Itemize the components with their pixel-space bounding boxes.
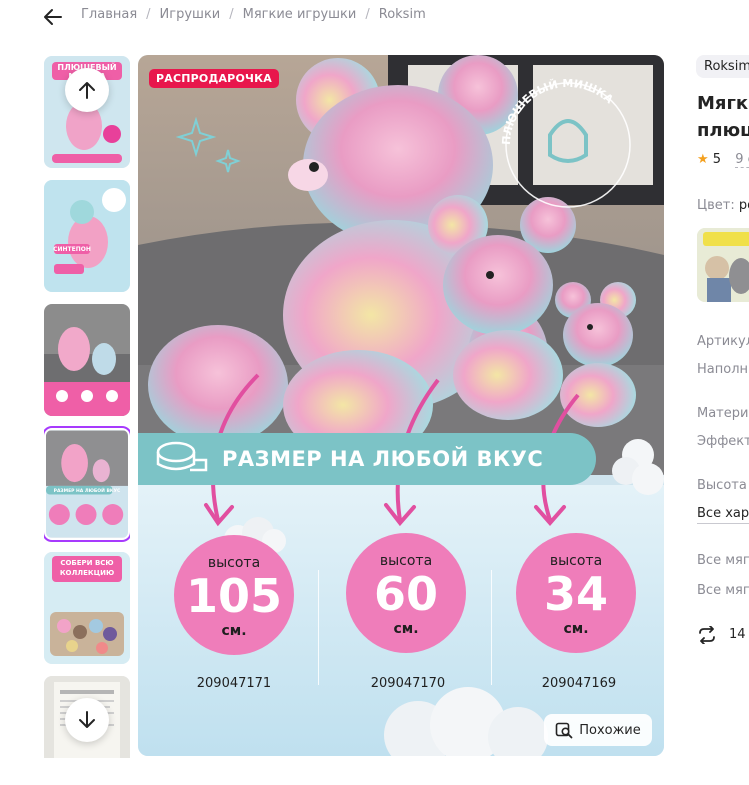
color-label: Цвет: [697,198,735,213]
breadcrumb: Главная / Игрушки / Мягкие игрушки / Rok… [81,7,426,22]
spec-effects-label: Эффекты [697,434,749,449]
sale-badge: РАСПРОДАРОЧКА [149,69,279,88]
return-policy: 14 д [729,627,749,642]
reviews-link[interactable]: 9 с [735,152,749,168]
breadcrumb-home[interactable]: Главная [81,7,137,22]
product-info-panel: Roksim Мягка плюш ★ 5 9 с Цвет: ро Артик… [696,0,749,785]
color-option-thumbnail[interactable] [697,228,749,302]
spec-article-label: Артикул [697,334,749,349]
size-value: 105 [185,569,283,623]
thumbnail-caption: СИНТЕПОН [53,246,91,253]
rating: ★ 5 9 с [697,152,749,168]
scroll-up-button[interactable] [65,68,109,112]
divider [318,570,319,685]
similar-button-label: Похожие [579,722,641,738]
thumbnail-3[interactable] [44,304,130,416]
similar-button[interactable]: Похожие [544,714,652,746]
thumbnail-5[interactable]: СОБЕРИ ВСЮ КОЛЛЕКЦИЮ [44,552,130,664]
size-circle-medium: высота 60 см. [346,533,466,653]
size-value: 60 [373,567,438,621]
article-code: 209047169 [541,676,617,691]
size-circle-large: высота 105 см. [174,535,294,655]
breadcrumb-soft-toys[interactable]: Мягкие игрушки [243,7,357,22]
return-arrows-icon [699,626,715,644]
thumbnail-2[interactable]: СИНТЕПОН [44,180,130,292]
size-circle-small: высота 34 см. [516,533,636,653]
product-title-line: плюш [697,120,749,141]
thumbnail-caption: СОБЕРИ ВСЮ КОЛЛЕКЦИЮ [59,559,115,577]
cloud-decoration [384,687,548,756]
article-code: 209047171 [196,676,272,691]
star-icon: ★ [697,152,709,167]
arrow-up-icon [79,82,95,99]
breadcrumb-toys[interactable]: Игрушки [160,7,221,22]
spec-filling-label: Наполни [697,362,749,377]
product-title-line: Мягка [697,93,749,114]
product-title: Мягка плюш [697,90,749,144]
breadcrumb-separator: / [365,7,370,22]
spec-height-label: Высота п [697,478,749,493]
divider [491,570,492,685]
image-search-icon [555,722,573,739]
tape-measure-icon [156,441,208,472]
thumbnail-4-selected[interactable]: РАЗМЕР НА ЛЮБОЙ ВКУС [44,426,130,542]
scroll-down-button[interactable] [65,698,109,742]
size-unit: см. [221,623,247,639]
all-soft-toys-brand-link[interactable]: Все мягк [697,583,749,598]
breadcrumb-brand[interactable]: Roksim [379,7,426,22]
spec-material-label: Материа [697,406,749,421]
color-row: Цвет: ро [697,198,749,213]
main-product-image[interactable]: ПЛЮШЕВЫЙ МИШКА РАСПРОДАРОЧКА РАЗМЕР НА Л… [138,55,664,756]
size-unit: см. [563,621,589,637]
article-code: 209047170 [370,676,446,691]
cloud-decoration [612,439,664,495]
all-specs-link[interactable]: Все хара [697,506,749,524]
all-soft-toys-link[interactable]: Все мягк [697,553,749,568]
color-value: ро [738,198,749,213]
rating-value: 5 [712,152,722,167]
thumbnail-caption: РАЗМЕР НА ЛЮБОЙ ВКУС [53,489,121,494]
size-unit: см. [393,621,419,637]
size-banner-title: РАЗМЕР НА ЛЮБОЙ ВКУС [222,447,544,471]
brand-chip[interactable]: Roksim [696,55,749,78]
breadcrumb-separator: / [229,7,234,22]
back-arrow-icon[interactable] [40,6,66,28]
thumbnail-gallery: ПЛЮШЕВЫЙ МИШКА СИНТЕПОН РАЗМЕР НА ЛЮБОЙ … [44,56,130,758]
arrow-down-icon [79,711,95,728]
size-value: 34 [543,567,608,621]
breadcrumb-separator: / [146,7,151,22]
